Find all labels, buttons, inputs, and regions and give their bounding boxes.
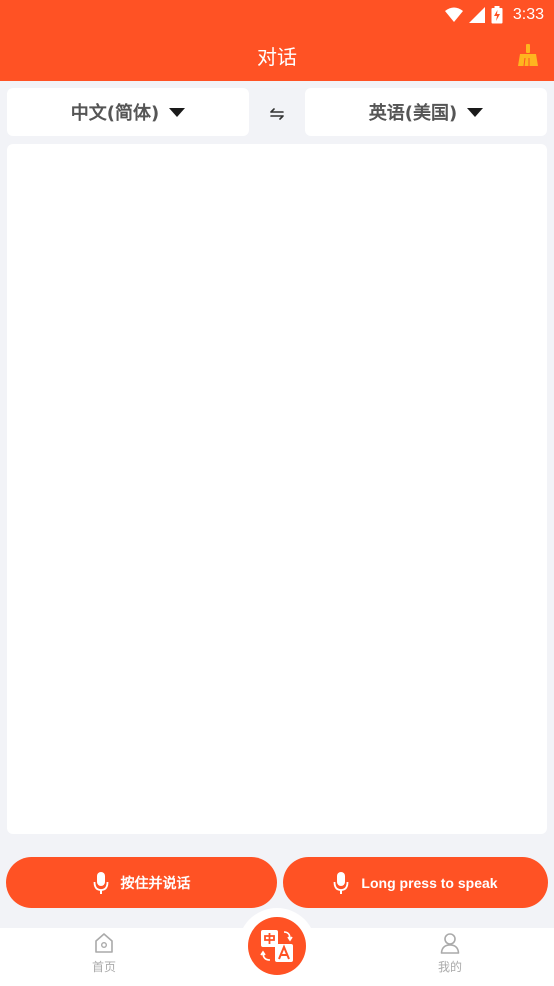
home-icon — [95, 933, 113, 953]
source-language-select[interactable]: 中文(简体) — [7, 88, 249, 136]
speak-target-label: Long press to speak — [361, 874, 498, 891]
page-title: 对话 — [257, 45, 297, 69]
speak-source-button[interactable]: 按住并说话 — [6, 857, 277, 908]
conversation-area[interactable] — [7, 144, 547, 834]
microphone-icon — [334, 871, 349, 894]
user-icon — [440, 933, 460, 954]
swap-languages-button[interactable] — [265, 102, 289, 126]
swap-arrows-icon — [270, 108, 284, 120]
translate-conversation-button[interactable] — [248, 917, 306, 975]
tab-mine[interactable]: 我的 — [410, 932, 490, 982]
tab-home-label: 首页 — [91, 960, 116, 974]
battery-icon — [491, 6, 503, 24]
status-icons: 3:33 — [444, 4, 544, 26]
caret-down-icon — [467, 107, 484, 117]
source-language-label: 中文(简体) — [70, 103, 160, 124]
status-time: 3:33 — [512, 6, 544, 23]
speak-target-button[interactable]: Long press to speak — [283, 857, 548, 908]
tab-mine-label: 我的 — [437, 960, 462, 974]
microphone-icon — [93, 871, 108, 894]
broom-clear-icon[interactable] — [516, 43, 540, 67]
translate-icon — [260, 930, 293, 962]
signal-icon — [468, 7, 485, 23]
tab-home[interactable]: 首页 — [64, 932, 144, 982]
target-language-select[interactable]: 英语(美国) — [305, 88, 547, 136]
target-language-label: 英语(美国) — [368, 103, 458, 124]
wifi-icon — [444, 7, 463, 22]
speak-source-label: 按住并说话 — [120, 874, 191, 891]
status-bar: 3:33 — [0, 0, 554, 30]
caret-down-icon — [169, 107, 186, 117]
app-bar: 对话 — [0, 30, 554, 81]
